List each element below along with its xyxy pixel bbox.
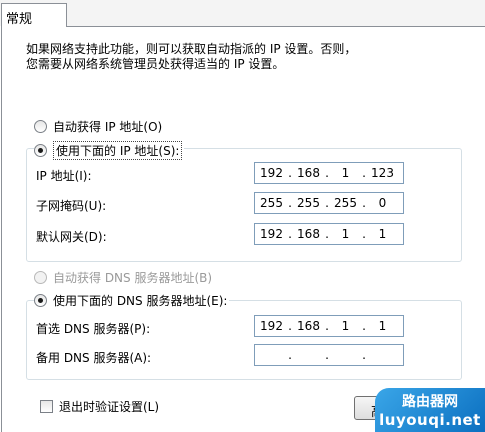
- radio-auto-ip-label: 自动获得 IP 地址(O): [53, 120, 163, 134]
- preferred-dns-label: 首选 DNS 服务器(P):: [36, 322, 151, 336]
- gateway-octet-3[interactable]: 1: [329, 227, 362, 241]
- radio-manual-ip-label: 使用下面的 IP 地址(S):: [53, 141, 183, 160]
- description-line-2: 您需要从网络系统管理员处获得适当的 IP 设置。: [26, 57, 285, 71]
- gateway-octet-1[interactable]: 192: [255, 227, 288, 241]
- preferred-dns-input[interactable]: 192. 168. 1. 1: [254, 315, 404, 337]
- watermark-line-1: 路由器网: [402, 394, 458, 410]
- mask-octet-2[interactable]: 255: [292, 196, 325, 210]
- validate-settings-label: 退出时验证设置(L): [59, 400, 160, 414]
- radio-auto-ip-indicator[interactable]: [34, 120, 47, 133]
- radio-auto-dns[interactable]: 自动获得 DNS 服务器地址(B): [34, 269, 212, 286]
- default-gateway-input[interactable]: 192. 168. 1. 1: [254, 223, 404, 245]
- subnet-mask-label: 子网掩码(U):: [36, 199, 107, 213]
- ip-octet-4[interactable]: 123: [366, 166, 399, 180]
- ip-octet-3[interactable]: 1: [329, 166, 362, 180]
- pdns-octet-2[interactable]: 168: [292, 319, 325, 333]
- pdns-octet-1[interactable]: 192: [255, 319, 288, 333]
- gateway-octet-4[interactable]: 1: [366, 227, 399, 241]
- description-line-1: 如果网络支持此功能，则可以获取自动指派的 IP 设置。否则，: [26, 42, 357, 56]
- alternate-dns-label: 备用 DNS 服务器(A):: [36, 351, 152, 365]
- dot: .: [362, 348, 366, 362]
- ip-octet-2[interactable]: 168: [292, 166, 325, 180]
- radio-auto-ip[interactable]: 自动获得 IP 地址(O): [34, 118, 162, 135]
- tab-general[interactable]: 常规: [1, 3, 67, 27]
- radio-manual-dns-indicator[interactable]: [34, 294, 47, 307]
- radio-manual-dns[interactable]: 使用下面的 DNS 服务器地址(E):: [34, 292, 230, 309]
- mask-octet-1[interactable]: 255: [255, 196, 288, 210]
- gateway-octet-2[interactable]: 168: [292, 227, 325, 241]
- radio-auto-dns-label: 自动获得 DNS 服务器地址(B): [53, 271, 213, 285]
- radio-manual-ip-indicator[interactable]: [34, 144, 47, 157]
- description-text: 如果网络支持此功能，则可以获取自动指派的 IP 设置。否则， 您需要从网络系统管…: [26, 42, 356, 72]
- pdns-octet-4[interactable]: 1: [366, 319, 399, 333]
- dot: .: [325, 348, 329, 362]
- validate-settings-checkbox[interactable]: 退出时验证设置(L): [40, 398, 159, 415]
- ip-address-input[interactable]: 192. 168. 1. 123: [254, 162, 404, 184]
- pdns-octet-3[interactable]: 1: [329, 319, 362, 333]
- validate-settings-checkbox-box[interactable]: [40, 400, 53, 413]
- site-watermark: 路由器网 luyouqi.net: [375, 388, 485, 432]
- radio-manual-ip[interactable]: 使用下面的 IP 地址(S):: [34, 141, 185, 160]
- dns-groupbox: [26, 300, 462, 380]
- ip-octet-1[interactable]: 192: [255, 166, 288, 180]
- tab-strip: 常规: [0, 0, 485, 27]
- ip-address-label: IP 地址(I):: [36, 169, 92, 183]
- radio-auto-dns-indicator[interactable]: [34, 271, 47, 284]
- radio-manual-dns-label: 使用下面的 DNS 服务器地址(E):: [53, 294, 228, 308]
- watermark-line-2: luyouqi.net: [379, 411, 481, 429]
- alternate-dns-input[interactable]: . . .: [254, 344, 404, 366]
- dot: .: [288, 348, 292, 362]
- default-gateway-label: 默认网关(D):: [36, 230, 107, 244]
- mask-octet-4[interactable]: 0: [366, 196, 399, 210]
- mask-octet-3[interactable]: 255: [329, 196, 362, 210]
- subnet-mask-input[interactable]: 255. 255. 255. 0: [254, 192, 404, 214]
